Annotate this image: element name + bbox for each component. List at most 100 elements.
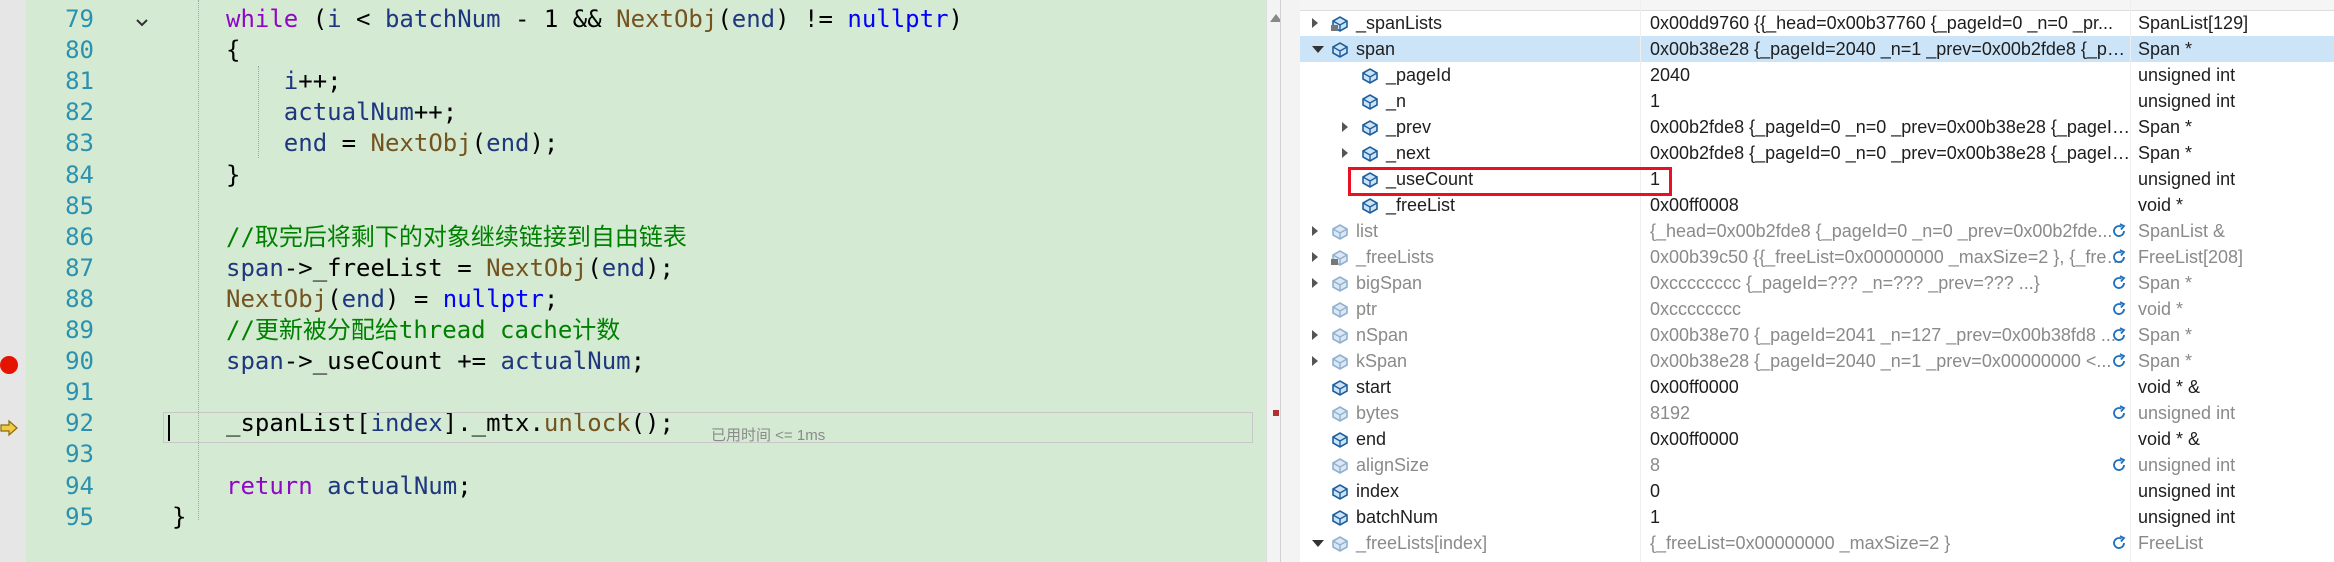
code-line[interactable]: 93	[26, 439, 1266, 470]
code-line[interactable]: 91	[26, 377, 1266, 408]
variable-value[interactable]: 0	[1650, 478, 2130, 504]
refresh-icon[interactable]	[2110, 456, 2128, 474]
expand-arrow-icon[interactable]	[1342, 148, 1348, 158]
pane-splitter[interactable]	[1280, 0, 1301, 562]
variable-value[interactable]: 1	[1650, 166, 2130, 192]
expand-arrow-icon[interactable]	[1342, 122, 1348, 132]
code-line[interactable]: 86 //取完后将剩下的对象继续链接到自由链表	[26, 222, 1266, 253]
variable-value[interactable]: 1	[1650, 504, 2130, 530]
locals-row[interactable]: _n 1 unsigned int	[1300, 88, 2334, 114]
locals-row[interactable]: list {_head=0x00b2fde8 {_pageId=0 _n=0 _p…	[1300, 218, 2334, 244]
refresh-icon[interactable]	[2110, 534, 2128, 552]
variable-value[interactable]: 8	[1650, 452, 2130, 478]
line-number: 92	[65, 409, 94, 438]
code-token: - 1 &&	[500, 5, 617, 33]
refresh-icon[interactable]	[2110, 274, 2128, 292]
column-separator[interactable]	[1640, 0, 1641, 562]
variable-value[interactable]: 0x00ff0000	[1650, 374, 2130, 400]
column-separator[interactable]	[2130, 0, 2131, 562]
code-line[interactable]: 81 i++;	[26, 66, 1266, 97]
code-line[interactable]: 85	[26, 191, 1266, 222]
code-line[interactable]: 83 end = NextObj(end);	[26, 128, 1266, 159]
refresh-icon[interactable]	[2110, 300, 2128, 318]
variable-value[interactable]: 2040	[1650, 62, 2130, 88]
variable-value[interactable]: 0xcccccccc	[1650, 296, 2130, 322]
code-token: //更新被分配给thread cache计数	[226, 316, 621, 344]
glyph-margin[interactable]	[0, 0, 26, 562]
locals-row[interactable]: batchNum 1 unsigned int	[1300, 504, 2334, 530]
locals-row[interactable]: _freeLists[index] {_freeList=0x00000000 _…	[1300, 530, 2334, 556]
variable-value[interactable]: {_freeList=0x00000000 _maxSize=2 }	[1650, 530, 2130, 556]
code-line[interactable]: 87 span->_freeList = NextObj(end);	[26, 253, 1266, 284]
expand-arrow-icon[interactable]	[1312, 356, 1318, 366]
code-editor[interactable]: 79 while (i < batchNum - 1 && NextObj(end…	[0, 0, 1266, 562]
code-token: ->	[283, 347, 313, 376]
collapse-arrow-icon[interactable]	[1312, 46, 1324, 53]
expand-arrow-icon[interactable]	[1312, 330, 1318, 340]
locals-row[interactable]: _pageId 2040 unsigned int	[1300, 62, 2334, 88]
breakpoint-icon[interactable]	[0, 356, 18, 374]
code-token: batchNum	[384, 5, 501, 33]
locals-row[interactable]: start 0x00ff0000 void * &	[1300, 374, 2334, 400]
line-number: 86	[65, 222, 94, 251]
variable-value[interactable]: 0xcccccccc {_pageId=??? _n=??? _prev=???…	[1650, 270, 2130, 296]
refresh-icon[interactable]	[2110, 352, 2128, 370]
locals-row[interactable]: span 0x00b38e28 {_pageId=2040 _n=1 _prev=…	[1300, 36, 2334, 62]
code-line[interactable]: 89 //更新被分配给thread cache计数	[26, 315, 1266, 346]
refresh-icon[interactable]	[2110, 222, 2128, 240]
locals-row[interactable]: kSpan 0x00b38e28 {_pageId=2040 _n=1 _prev…	[1300, 348, 2334, 374]
locals-row[interactable]: alignSize 8 unsigned int	[1300, 452, 2334, 478]
variable-value[interactable]: 0x00b39c50 {{_freeList=0x00000000 _maxSi…	[1650, 244, 2130, 270]
code-line[interactable]: 80 {	[26, 35, 1266, 66]
locals-row[interactable]: ptr 0xcccccccc void *	[1300, 296, 2334, 322]
variable-value[interactable]: 8192	[1650, 400, 2130, 426]
code-line[interactable]: 82 actualNum++;	[26, 97, 1266, 128]
locals-row[interactable]: index 0 unsigned int	[1300, 478, 2334, 504]
code-area[interactable]: 79 while (i < batchNum - 1 && NextObj(end…	[26, 0, 1266, 562]
variable-value[interactable]: 0x00dd9760 {{_head=0x00b37760 {_pageId=0…	[1650, 10, 2130, 36]
collapse-arrow-icon[interactable]	[1312, 540, 1324, 547]
code-line[interactable]: 88 NextObj(end) = nullptr;	[26, 284, 1266, 315]
locals-row[interactable]: _next 0x00b2fde8 {_pageId=0 _n=0 _prev=0x…	[1300, 140, 2334, 166]
locals-window[interactable]: _spanLists 0x00dd9760 {{_head=0x00b37760 …	[1300, 0, 2334, 562]
code-line[interactable]: 90 span->_useCount += actualNum;	[26, 346, 1266, 377]
variable-value[interactable]: 0x00ff0008	[1650, 192, 2130, 218]
protected-field-icon	[1331, 16, 1348, 32]
code-line[interactable]: 79 while (i < batchNum - 1 && NextObj(end…	[26, 4, 1266, 35]
variable-type: unsigned int	[2138, 65, 2236, 85]
variable-type: unsigned int	[2138, 507, 2236, 527]
code-line[interactable]: 95}	[26, 502, 1266, 533]
variable-value[interactable]: 1	[1650, 88, 2130, 114]
code-token: (	[298, 5, 328, 33]
locals-row[interactable]: nSpan 0x00b38e70 {_pageId=2041 _n=127 _pr…	[1300, 322, 2334, 348]
variable-value[interactable]: {_head=0x00b2fde8 {_pageId=0 _n=0 _prev=…	[1650, 218, 2130, 244]
code-line[interactable]: 94 return actualNum;	[26, 471, 1266, 502]
editor-scrollbar[interactable]	[1266, 0, 1281, 562]
expand-arrow-icon[interactable]	[1312, 226, 1318, 236]
expand-arrow-icon[interactable]	[1312, 18, 1318, 28]
variable-value[interactable]: 0x00b38e28 {_pageId=2040 _n=1 _prev=0x00…	[1650, 348, 2130, 374]
locals-row[interactable]: _spanLists 0x00dd9760 {{_head=0x00b37760 …	[1300, 10, 2334, 36]
refresh-icon[interactable]	[2110, 326, 2128, 344]
variable-value[interactable]: 0x00b38e70 {_pageId=2041 _n=127 _prev=0x…	[1650, 322, 2130, 348]
field-icon	[1332, 302, 1348, 318]
locals-row[interactable]: bigSpan 0xcccccccc {_pageId=??? _n=??? _p…	[1300, 270, 2334, 296]
code-token: actualNum	[500, 347, 631, 376]
expand-arrow-icon[interactable]	[1312, 252, 1318, 262]
refresh-icon[interactable]	[2110, 248, 2128, 266]
locals-row[interactable]: bytes 8192 unsigned int	[1300, 400, 2334, 426]
variable-value[interactable]: 0x00b2fde8 {_pageId=0 _n=0 _prev=0x00b38…	[1650, 140, 2130, 166]
line-number: 88	[65, 284, 94, 313]
code-token: span	[226, 347, 284, 376]
code-token: nullptr	[847, 5, 949, 33]
variable-value[interactable]: 0x00ff0000	[1650, 426, 2130, 452]
locals-row[interactable]: _freeLists 0x00b39c50 {{_freeList=0x00000…	[1300, 244, 2334, 270]
code-line[interactable]: 84}	[26, 160, 1266, 191]
indent-guide	[258, 66, 259, 158]
variable-value[interactable]: 0x00b2fde8 {_pageId=0 _n=0 _prev=0x00b38…	[1650, 114, 2130, 140]
locals-row[interactable]: end 0x00ff0000 void * &	[1300, 426, 2334, 452]
refresh-icon[interactable]	[2110, 404, 2128, 422]
variable-value[interactable]: 0x00b38e28 {_pageId=2040 _n=1 _prev=0x00…	[1650, 36, 2130, 62]
expand-arrow-icon[interactable]	[1312, 278, 1318, 288]
locals-row[interactable]: _prev 0x00b2fde8 {_pageId=0 _n=0 _prev=0x…	[1300, 114, 2334, 140]
